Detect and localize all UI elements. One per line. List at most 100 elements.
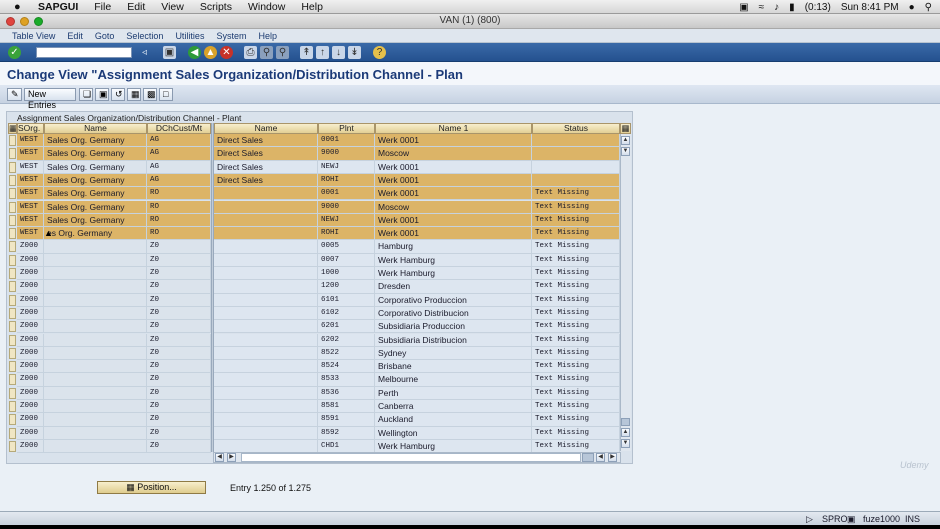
- cell-plnt[interactable]: 9000: [318, 147, 375, 161]
- cell-sorg[interactable]: WEST: [17, 173, 44, 188]
- cell-plnt[interactable]: NEWJ: [318, 160, 375, 174]
- cell-name[interactable]: [44, 346, 147, 361]
- scroll-page-left-icon[interactable]: ◀: [596, 453, 605, 462]
- cell-dname[interactable]: [214, 293, 318, 307]
- cell-dname[interactable]: [214, 346, 318, 361]
- cell-plnt[interactable]: 8581: [318, 400, 375, 414]
- scroll-thumb[interactable]: [621, 418, 630, 426]
- row-select-checkbox[interactable]: [9, 188, 16, 200]
- cell-plnt[interactable]: 1200: [318, 280, 375, 294]
- cell-name1[interactable]: Melbourne: [375, 373, 532, 387]
- row-select-checkbox[interactable]: [9, 254, 16, 266]
- scroll-up-icon[interactable]: ▲: [621, 136, 630, 145]
- cell-dchcust[interactable]: Z0: [147, 306, 211, 321]
- row-select-checkbox[interactable]: [9, 321, 16, 333]
- cell-name1[interactable]: Werk 0001: [375, 134, 532, 148]
- cell-sorg[interactable]: Z000: [17, 346, 44, 361]
- cell-plnt[interactable]: 0001: [318, 134, 375, 148]
- cell-sorg[interactable]: Z000: [17, 373, 44, 387]
- cell-name1[interactable]: Brisbane: [375, 360, 532, 374]
- table-row[interactable]: Z000 Z0 0007 Werk Hamburg Text Missing: [7, 253, 620, 267]
- table-row[interactable]: WEST es Org. Germany RO ROHI Werk 0001 Text M…: [7, 227, 620, 241]
- table-row[interactable]: Z000 Z0 8522 Sydney Text Missing: [7, 346, 620, 361]
- cell-name1[interactable]: Perth: [375, 386, 532, 400]
- cell-sorg[interactable]: Z000: [17, 426, 44, 440]
- cell-name[interactable]: [44, 280, 147, 294]
- table-row[interactable]: Z000 Z0 8591 Auckland Text Missing: [7, 413, 620, 427]
- table-row[interactable]: Z000 Z0 8581 Canberra Text Missing: [7, 400, 620, 414]
- cell-dname[interactable]: [214, 400, 318, 414]
- cell-dchcust[interactable]: Z0: [147, 360, 211, 374]
- cell-sorg[interactable]: WEST: [17, 187, 44, 201]
- row-select-checkbox[interactable]: [9, 268, 16, 279]
- undo-change-icon[interactable]: ↺: [111, 88, 125, 101]
- table-row[interactable]: WEST Sales Org. Germany AG Direct Sales 9000…: [7, 147, 620, 161]
- cell-sorg[interactable]: Z000: [17, 386, 44, 400]
- cell-dchcust[interactable]: Z0: [147, 333, 211, 347]
- find-icon[interactable]: ⚲: [260, 46, 273, 59]
- cell-plnt[interactable]: 1000: [318, 267, 375, 281]
- cell-name[interactable]: Sales Org. Germany: [44, 187, 147, 201]
- cell-name[interactable]: [44, 320, 147, 334]
- row-select-checkbox[interactable]: [9, 401, 16, 412]
- cell-sorg[interactable]: WEST: [17, 147, 44, 161]
- select-block-icon[interactable]: ▩: [143, 88, 157, 101]
- last-page-icon[interactable]: ↡: [348, 46, 361, 59]
- mac-menu-scripts[interactable]: Scripts: [200, 1, 232, 13]
- cell-sorg[interactable]: WEST: [17, 160, 44, 174]
- cell-dname[interactable]: [214, 267, 318, 281]
- row-select-checkbox[interactable]: [9, 135, 16, 146]
- cell-name1[interactable]: Moscow: [375, 200, 532, 214]
- cell-dchcust[interactable]: Z0: [147, 373, 211, 387]
- cell-name1[interactable]: Moscow: [375, 147, 532, 161]
- cell-dname[interactable]: Direct Sales: [214, 160, 318, 174]
- row-select-checkbox[interactable]: [9, 361, 16, 373]
- cell-plnt[interactable]: 0001: [318, 187, 375, 201]
- menu-selection[interactable]: Selection: [126, 31, 163, 41]
- row-select-checkbox[interactable]: [9, 387, 16, 399]
- cell-name[interactable]: Sales Org. Germany: [44, 213, 147, 228]
- cell-dchcust[interactable]: Z0: [147, 320, 211, 334]
- cell-plnt[interactable]: 8536: [318, 386, 375, 400]
- cell-dchcust[interactable]: Z0: [147, 346, 211, 361]
- horizontal-scroll-thumb[interactable]: [582, 453, 594, 462]
- cell-dchcust[interactable]: Z0: [147, 240, 211, 254]
- screen-icon[interactable]: ▣: [739, 2, 748, 13]
- cell-name[interactable]: [44, 293, 147, 307]
- table-row[interactable]: Z000 Z0 1000 Werk Hamburg Text Missing: [7, 267, 620, 281]
- row-select-checkbox[interactable]: [9, 294, 16, 306]
- cell-sorg[interactable]: Z000: [17, 253, 44, 267]
- row-select-checkbox[interactable]: [9, 148, 16, 160]
- col-header-sorg[interactable]: SOrg.: [17, 123, 44, 134]
- menu-utilities[interactable]: Utilities: [175, 31, 204, 41]
- cell-sorg[interactable]: Z000: [17, 439, 44, 454]
- cell-name[interactable]: [44, 240, 147, 254]
- cell-name[interactable]: [44, 426, 147, 440]
- app-menu-sapgui[interactable]: SAPGUI: [38, 1, 78, 13]
- table-row[interactable]: WEST Sales Org. Germany AG Direct Sales NEWJ…: [7, 160, 620, 174]
- cell-dname[interactable]: Direct Sales: [214, 134, 318, 148]
- cell-sorg[interactable]: Z000: [17, 306, 44, 321]
- cell-name1[interactable]: Werk 0001: [375, 160, 532, 174]
- cell-name1[interactable]: Subsidiaria Distribucion: [375, 333, 532, 347]
- cell-name1[interactable]: Corporativo Distribucion: [375, 306, 532, 321]
- status-expand-icon[interactable]: ▷: [806, 514, 813, 525]
- scroll-page-down-icon[interactable]: ▼: [621, 147, 630, 156]
- cell-plnt[interactable]: 8592: [318, 426, 375, 440]
- cell-sorg[interactable]: Z000: [17, 293, 44, 307]
- cell-name1[interactable]: Dresden: [375, 280, 532, 294]
- cell-name1[interactable]: Werk Hamburg: [375, 267, 532, 281]
- cell-dchcust[interactable]: Z0: [147, 280, 211, 294]
- cell-plnt[interactable]: NEWJ: [318, 213, 375, 228]
- table-row[interactable]: Z000 Z0 6101 Corporativo Produccion Text Mis…: [7, 293, 620, 307]
- next-page-icon[interactable]: ↓: [332, 46, 345, 59]
- cell-dname[interactable]: [214, 386, 318, 400]
- deselect-all-icon[interactable]: □: [159, 88, 173, 101]
- command-field[interactable]: [36, 47, 132, 58]
- cell-dname[interactable]: [214, 426, 318, 440]
- row-select-checkbox[interactable]: [9, 161, 16, 173]
- previous-page-icon[interactable]: ↑: [316, 46, 329, 59]
- cell-dname[interactable]: [214, 333, 318, 347]
- exit-icon[interactable]: ▲: [204, 46, 217, 59]
- mac-menu-file[interactable]: File: [94, 1, 111, 13]
